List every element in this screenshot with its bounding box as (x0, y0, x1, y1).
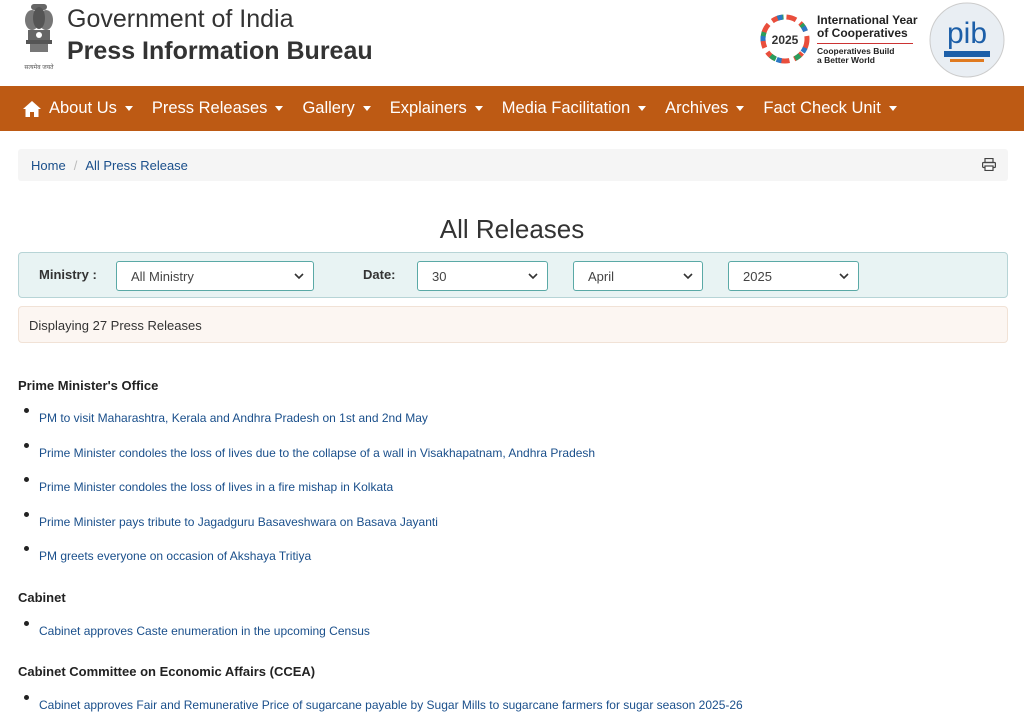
nav-label: About Us (49, 99, 117, 117)
breadcrumb-separator: / (73, 157, 78, 173)
chevron-down-icon (294, 273, 304, 280)
release-item[interactable]: PM to visit Maharashtra, Kerala and Andh… (24, 408, 428, 425)
release-item[interactable]: Prime Minister pays tribute to Jagadguru… (24, 512, 438, 529)
ministry-select[interactable]: All Ministry (116, 261, 314, 291)
release-link[interactable]: Cabinet approves Caste enumeration in th… (39, 624, 370, 638)
iyc-year: 2025 (772, 33, 799, 47)
breadcrumb-home[interactable]: Home (31, 158, 66, 173)
release-link[interactable]: Prime Minister pays tribute to Jagadguru… (39, 515, 438, 529)
nav-label: Media Facilitation (501, 99, 631, 117)
nav-label: Fact Check Unit (763, 99, 881, 117)
nav-media-facilitation[interactable]: Media Facilitation (501, 99, 647, 118)
bureau-title: Press Information Bureau (67, 37, 373, 65)
chevron-down-icon (474, 106, 483, 111)
pib-logo: pib (928, 1, 1006, 79)
ministry-heading: Cabinet (18, 590, 66, 605)
emblem-caption: सत्यमेव जयते (24, 65, 54, 71)
chevron-down-icon (528, 273, 538, 280)
nav-label: Explainers (389, 99, 467, 117)
national-emblem-logo[interactable]: सत्यमेव जयते (20, 2, 58, 71)
month-select[interactable]: April (573, 261, 703, 291)
nav-gallery[interactable]: Gallery (302, 99, 371, 118)
bullet (24, 621, 29, 626)
chevron-down-icon (275, 106, 284, 111)
breadcrumb: Home / All Press Release (18, 149, 1008, 181)
filter-bar: Ministry : All Ministry Date: 30 April 2… (18, 252, 1008, 298)
bullet (24, 546, 29, 551)
chevron-down-icon (888, 106, 897, 111)
chevron-down-icon (839, 273, 849, 280)
nav-about-us[interactable]: About Us (22, 99, 133, 118)
nav-fact-check-unit[interactable]: Fact Check Unit (763, 99, 897, 118)
breadcrumb-current[interactable]: All Press Release (85, 158, 188, 173)
month-select-value: April (588, 269, 615, 284)
home-icon[interactable] (22, 100, 42, 118)
bullet (24, 408, 29, 413)
release-item[interactable]: Prime Minister condoles the loss of live… (24, 477, 393, 494)
year-select-value: 2025 (743, 269, 772, 284)
release-count: Displaying 27 Press Releases (18, 306, 1008, 343)
day-select[interactable]: 30 (417, 261, 548, 291)
chevron-down-icon (683, 273, 693, 280)
bullet (24, 477, 29, 482)
release-link[interactable]: Cabinet approves Fair and Remunerative P… (39, 698, 743, 712)
release-link[interactable]: Prime Minister condoles the loss of live… (39, 480, 393, 494)
nav-explainers[interactable]: Explainers (390, 99, 483, 118)
release-link[interactable]: PM greets everyone on occasion of Akshay… (39, 549, 311, 563)
release-item[interactable]: Prime Minister condoles the loss of live… (24, 443, 595, 460)
iyc-tagline-2: a Better World (817, 55, 875, 65)
chevron-down-icon (362, 106, 371, 111)
date-label: Date: (363, 267, 396, 282)
release-item[interactable]: PM greets everyone on occasion of Akshay… (24, 546, 311, 563)
release-item[interactable]: Cabinet approves Caste enumeration in th… (24, 621, 370, 638)
release-item[interactable]: Cabinet approves Fair and Remunerative P… (24, 695, 743, 712)
bullet (24, 443, 29, 448)
bullet (24, 695, 29, 700)
nav-label: Press Releases (151, 99, 268, 117)
nav-archives[interactable]: Archives (665, 99, 745, 118)
iyc-ring-icon: 2025 (760, 14, 810, 64)
iyc-title-2: of Cooperatives (817, 26, 908, 40)
nav-press-releases[interactable]: Press Releases (152, 99, 284, 118)
chevron-down-icon (736, 106, 745, 111)
page-title: All Releases (439, 214, 585, 244)
bullet (24, 512, 29, 517)
brand[interactable]: Government of India Press Information Bu… (67, 4, 373, 68)
gov-title: Government of India (67, 5, 294, 33)
year-select[interactable]: 2025 (728, 261, 859, 291)
iyc-logo: 2025 International Year of Cooperatives … (755, 8, 920, 70)
release-link[interactable]: Prime Minister condoles the loss of live… (39, 446, 595, 460)
chevron-down-icon (124, 106, 133, 111)
ministry-heading: Cabinet Committee on Economic Affairs (C… (18, 664, 316, 679)
ministry-heading: Prime Minister's Office (18, 378, 159, 393)
main-nav: About Us Press Releases Gallery Explaine… (0, 86, 1024, 131)
chevron-down-icon (638, 106, 647, 111)
nav-label: Gallery (302, 99, 355, 117)
ministry-select-value: All Ministry (131, 269, 194, 284)
day-select-value: 30 (432, 269, 447, 284)
nav-label: Archives (665, 99, 729, 117)
site-header: सत्यमेव जयते Government of India Press I… (0, 0, 1024, 86)
ministry-label: Ministry : (39, 267, 97, 282)
pib-logo-text: pib (947, 17, 987, 50)
print-icon[interactable] (982, 158, 996, 171)
release-link[interactable]: PM to visit Maharashtra, Kerala and Andh… (39, 411, 428, 425)
